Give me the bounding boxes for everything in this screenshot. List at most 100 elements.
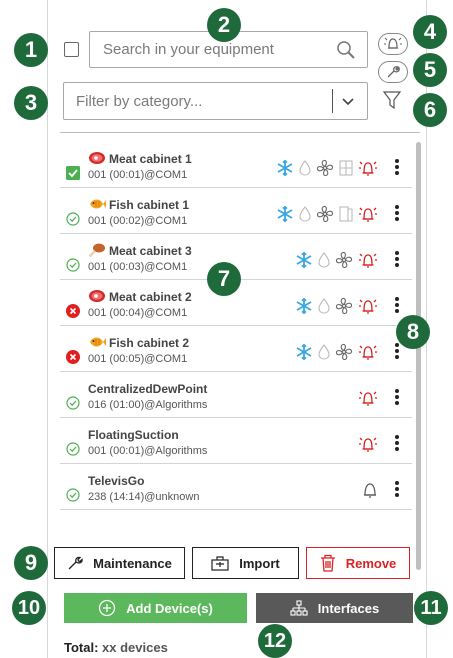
select-all-checkbox[interactable]	[64, 42, 79, 57]
selected-checkbox[interactable]	[66, 166, 80, 180]
device-status-icons	[276, 159, 378, 177]
callout-1: 1	[14, 33, 48, 67]
snowflake-icon	[295, 297, 313, 315]
callout-7: 7	[207, 262, 241, 296]
network-icon	[290, 600, 308, 616]
device-status-icons	[295, 343, 378, 361]
snowflake-icon	[295, 343, 313, 361]
alarm-icon	[358, 251, 378, 269]
chevron-down-icon[interactable]	[341, 94, 355, 108]
defrost-icon	[318, 252, 330, 268]
import-button[interactable]: Import	[192, 547, 299, 579]
maintenance-button[interactable]: Maintenance	[54, 547, 185, 579]
more-options-icon[interactable]	[394, 204, 400, 222]
remove-label: Remove	[345, 555, 397, 571]
snowflake-icon	[276, 159, 294, 177]
device-address: 001 (00:01)@Algorithms	[88, 445, 208, 457]
plus-circle-icon	[98, 599, 116, 617]
callout-2: 2	[207, 8, 241, 42]
category-filter-select[interactable]: Filter by category...	[63, 82, 368, 120]
callout-6: 6	[413, 93, 447, 127]
device-address: 001 (00:01)@COM1	[88, 169, 188, 181]
device-address: 238 (14:14)@unknown	[88, 491, 200, 503]
device-name: FloatingSuction	[88, 428, 179, 442]
device-row[interactable]: FloatingSuction 001 (00:01)@Algorithms	[60, 418, 412, 464]
device-name: TelevisGo	[88, 474, 145, 488]
rack-icon	[339, 160, 353, 176]
device-status-icons	[276, 205, 378, 223]
more-options-icon[interactable]	[394, 480, 400, 498]
ok-status-icon	[66, 258, 80, 272]
meat-icon	[88, 289, 106, 303]
wrench-icon	[387, 66, 400, 78]
device-status-icons	[358, 389, 378, 407]
device-status-icons	[295, 251, 378, 269]
alarm-icon	[358, 297, 378, 315]
funnel-icon[interactable]	[383, 90, 401, 110]
alarm-filter-button[interactable]	[378, 33, 408, 55]
device-row[interactable]: TelevisGo 238 (14:14)@unknown	[60, 464, 412, 510]
alarm-icon	[384, 37, 402, 49]
device-name: Fish cabinet 1	[109, 198, 190, 212]
ok-status-icon	[66, 442, 80, 456]
device-row[interactable]: Fish cabinet 2 001 (00:05)@COM1	[60, 326, 412, 372]
device-list: Meat cabinet 1 001 (00:01)@COM1 Fish cabin…	[60, 142, 412, 510]
device-address: 001 (00:04)@COM1	[88, 307, 188, 319]
error-status-icon	[66, 350, 80, 364]
callout-10: 10	[12, 591, 46, 625]
defrost-icon	[318, 298, 330, 314]
alarm-icon	[358, 389, 378, 407]
error-status-icon	[66, 304, 80, 318]
callout-4: 4	[413, 15, 447, 49]
snowflake-icon	[295, 251, 313, 269]
callout-9: 9	[14, 546, 48, 580]
callout-12: 12	[258, 624, 292, 658]
maintenance-label: Maintenance	[93, 555, 172, 571]
more-options-icon[interactable]	[394, 158, 400, 176]
fan-icon	[335, 251, 353, 269]
device-name: CentralizedDewPoint	[88, 382, 208, 396]
list-scrollbar[interactable]	[416, 142, 421, 570]
fan-icon	[335, 297, 353, 315]
import-icon	[211, 556, 229, 571]
maintenance-filter-button[interactable]	[378, 61, 408, 83]
device-status-icons	[358, 435, 378, 453]
device-row[interactable]: Fish cabinet 1 001 (00:02)@COM1	[60, 188, 412, 234]
device-row[interactable]: Meat cabinet 1 001 (00:01)@COM1	[60, 142, 412, 188]
ok-status-icon	[66, 212, 80, 226]
more-options-icon[interactable]	[394, 388, 400, 406]
fish-icon	[88, 335, 106, 349]
fan-icon	[316, 159, 334, 177]
search-icon[interactable]	[335, 39, 357, 61]
alarm-icon	[358, 205, 378, 223]
select-separator	[332, 89, 333, 113]
wrench-icon	[68, 556, 83, 570]
defrost-icon	[299, 206, 311, 222]
remove-button[interactable]: Remove	[306, 547, 410, 579]
total-count: xx devices	[102, 640, 168, 655]
add-devices-label: Add Device(s)	[126, 600, 213, 616]
device-name: Meat cabinet 2	[109, 290, 192, 304]
defrost-icon	[299, 160, 311, 176]
category-filter-placeholder: Filter by category...	[76, 92, 203, 110]
device-address: 001 (00:02)@COM1	[88, 215, 188, 227]
search-placeholder: Search in your equipment	[103, 41, 274, 58]
add-devices-button[interactable]: Add Device(s)	[64, 593, 247, 623]
defrost-icon	[318, 344, 330, 360]
door-icon	[339, 206, 353, 222]
fish-icon	[88, 197, 106, 211]
ok-status-icon	[66, 488, 80, 502]
callout-8: 8	[396, 315, 430, 349]
more-options-icon[interactable]	[394, 342, 400, 360]
ok-status-icon	[66, 396, 80, 410]
device-row[interactable]: CentralizedDewPoint 016 (01:00)@Algorithm…	[60, 372, 412, 418]
alarm-icon	[358, 159, 378, 177]
more-options-icon[interactable]	[394, 250, 400, 268]
device-total: Total: xx devices	[64, 640, 168, 655]
interfaces-button[interactable]: Interfaces	[256, 593, 413, 623]
more-options-icon[interactable]	[394, 434, 400, 452]
poultry-icon	[88, 243, 106, 257]
callout-3: 3	[14, 86, 48, 120]
snowflake-icon	[276, 205, 294, 223]
more-options-icon[interactable]	[394, 296, 400, 314]
